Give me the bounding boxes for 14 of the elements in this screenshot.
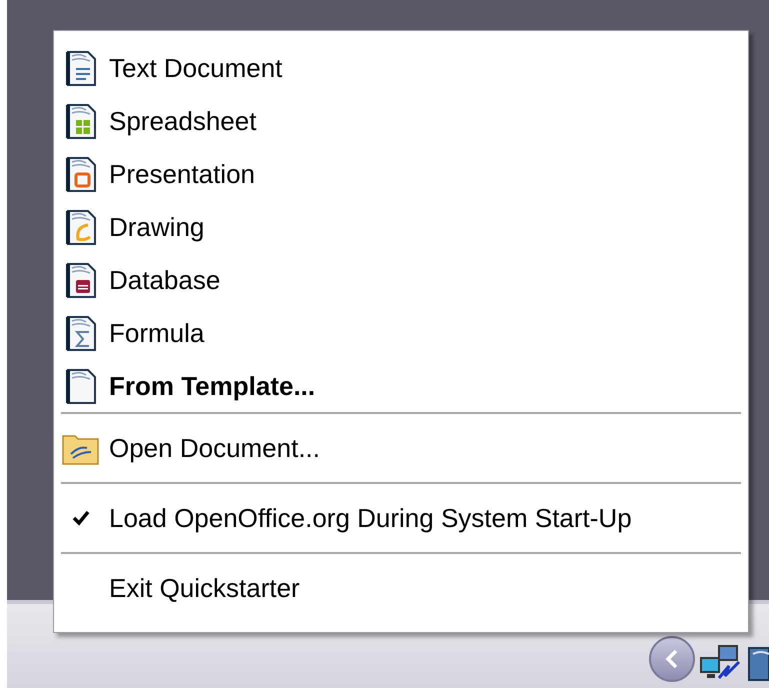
menu-item[interactable]: Load OpenOffice.org During System Start-Up: [61, 484, 741, 552]
menu-item[interactable]: Exit Quickstarter: [61, 554, 741, 622]
menu-item[interactable]: Text Document: [61, 41, 741, 94]
checkmark-icon: [72, 510, 90, 526]
menu-item[interactable]: Formula: [61, 306, 741, 359]
network-icon[interactable]: [699, 642, 743, 682]
menu-item[interactable]: From Template...: [61, 359, 741, 412]
menu-item[interactable]: Presentation: [61, 147, 741, 200]
menu-item[interactable]: Spreadsheet: [61, 94, 741, 147]
chevron-button[interactable]: [649, 636, 695, 682]
menu-item[interactable]: Open Document...: [61, 414, 741, 482]
menu-item[interactable]: Database: [61, 253, 741, 306]
menu-item[interactable]: Drawing: [61, 200, 741, 253]
chevron-left-icon: [664, 649, 680, 669]
